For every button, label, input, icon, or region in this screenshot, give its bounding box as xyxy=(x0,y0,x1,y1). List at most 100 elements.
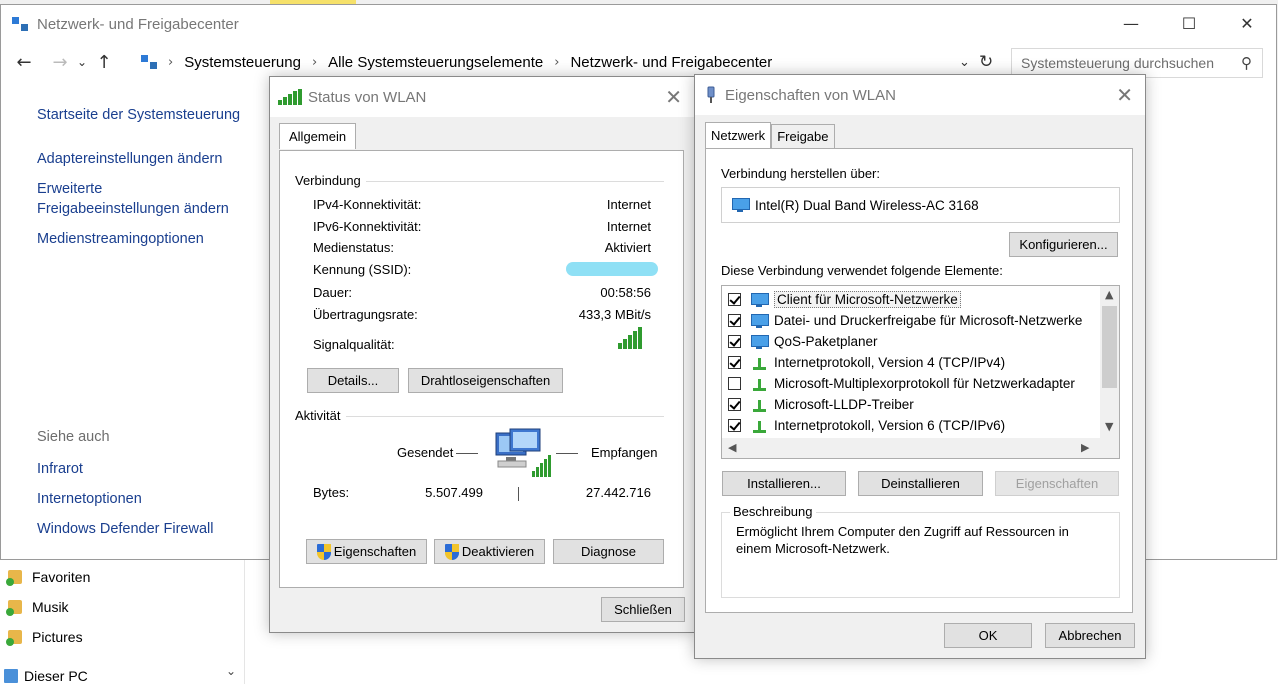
close-button[interactable]: ✕ xyxy=(1218,5,1276,41)
forward-arrow-icon[interactable]: → xyxy=(47,52,73,73)
explorer-item-dieser-pc[interactable]: Dieser PC xyxy=(4,666,88,684)
close-icon[interactable]: ✕ xyxy=(1116,83,1133,107)
nav-link-adapter-settings[interactable]: Adaptereinstellungen ändern xyxy=(37,149,222,169)
explorer-item-musik[interactable]: Musik xyxy=(6,597,69,617)
minimize-button[interactable]: — xyxy=(1102,5,1160,41)
breadcrumb-separator-icon[interactable]: › xyxy=(554,55,559,70)
item-checkbox[interactable] xyxy=(728,314,741,327)
ipv6-value: Internet xyxy=(606,219,651,234)
list-item[interactable]: Client für Microsoft-Netzwerke xyxy=(728,289,961,310)
explorer-item-favoriten[interactable]: Favoriten xyxy=(6,567,91,587)
description-text-line2: einem Microsoft-Netzwerk. xyxy=(736,541,890,556)
list-item[interactable]: Microsoft-LLDP-Treiber xyxy=(728,394,914,415)
see-also-heading: Siehe auch xyxy=(37,429,110,445)
breadcrumb-systemsteuerung[interactable]: Systemsteuerung xyxy=(184,54,301,71)
adapter-name: Intel(R) Dual Band Wireless-AC 3168 xyxy=(755,197,979,213)
details-button[interactable]: Details... xyxy=(307,368,399,393)
nav-link-infrared[interactable]: Infrarot xyxy=(37,459,83,479)
list-item[interactable]: Microsoft-Multiplexorprotokoll für Netzw… xyxy=(728,373,1075,394)
list-item[interactable]: QoS-Paketplaner xyxy=(728,331,878,352)
list-item[interactable]: Internetprotokoll, Version 6 (TCP/IPv6) xyxy=(728,415,1005,436)
maximize-button[interactable]: ☐ xyxy=(1160,5,1218,41)
explorer-item-label: Favoriten xyxy=(32,569,91,585)
item-checkbox[interactable] xyxy=(728,293,741,306)
signal-quality-bars xyxy=(618,327,642,349)
scroll-down-icon[interactable]: ▼ xyxy=(1105,420,1113,433)
nav-link-advanced-sharing-line2[interactable]: Freigabeeinstellungen ändern xyxy=(37,199,229,219)
control-panel-icon xyxy=(11,15,29,33)
explorer-item-label: Musik xyxy=(32,599,69,615)
control-panel-icon xyxy=(140,53,158,71)
chevron-down-icon[interactable]: ⌄ xyxy=(226,664,236,678)
up-arrow-icon[interactable]: ↑ xyxy=(91,52,117,73)
tab-freigabe[interactable]: Freigabe xyxy=(771,124,835,148)
protocol-icon xyxy=(751,376,769,392)
disable-button-label: Deaktivieren xyxy=(461,544,535,559)
breadcrumb-alle-elemente[interactable]: Alle Systemsteuerungselemente xyxy=(328,54,543,71)
nav-link-advanced-sharing-line1[interactable]: Erweiterte xyxy=(37,179,102,199)
item-label: Microsoft-LLDP-Treiber xyxy=(774,397,914,412)
protocol-icon xyxy=(751,397,769,413)
list-item[interactable]: Datei- und Druckerfreigabe für Microsoft… xyxy=(728,310,1082,331)
horizontal-scrollbar[interactable]: ◀ ▶ xyxy=(722,438,1119,458)
diagnose-button[interactable]: Diagnose xyxy=(553,539,664,564)
install-button[interactable]: Installieren... xyxy=(722,471,846,496)
connection-group-label: Verbindung xyxy=(295,173,361,188)
bytes-sent-value: 5.507.499 xyxy=(425,485,483,500)
refresh-icon[interactable]: ↻ xyxy=(979,52,993,72)
item-checkbox[interactable] xyxy=(728,398,741,411)
explorer-item-pictures[interactable]: Pictures xyxy=(6,627,83,647)
props-dialog-titlebar: Eigenschaften von WLAN xyxy=(695,75,1145,115)
scroll-up-icon[interactable]: ▲ xyxy=(1105,288,1113,301)
nav-link-internet-options[interactable]: Internetoptionen xyxy=(37,489,142,509)
close-dialog-button[interactable]: Schließen xyxy=(601,597,685,622)
client-icon xyxy=(751,292,769,308)
tab-netzwerk[interactable]: Netzwerk xyxy=(705,122,772,148)
scroll-left-icon[interactable]: ◀ xyxy=(728,441,736,454)
description-text-line1: Ermöglicht Ihrem Computer den Zugriff au… xyxy=(736,524,1069,539)
item-checkbox[interactable] xyxy=(728,356,741,369)
scrollbar-thumb[interactable] xyxy=(1102,306,1117,388)
uac-shield-icon xyxy=(316,543,331,560)
ssid-redaction xyxy=(566,262,658,276)
network-items-list[interactable]: Client für Microsoft-Netzwerke Datei- un… xyxy=(721,285,1120,459)
properties-button[interactable]: Eigenschaften xyxy=(306,539,427,564)
breadcrumb-separator-icon[interactable]: › xyxy=(168,55,173,70)
close-icon[interactable]: ✕ xyxy=(665,85,682,109)
item-checkbox[interactable] xyxy=(728,377,741,390)
address-path[interactable]: › Systemsteuerung › Alle Systemsteuerung… xyxy=(133,48,1003,76)
items-label: Diese Verbindung verwendet folgende Elem… xyxy=(721,263,1003,278)
breadcrumb-netzwerk-freigabecenter[interactable]: Netzwerk- und Freigabecenter xyxy=(570,54,772,71)
nav-link-defender-firewall[interactable]: Windows Defender Firewall xyxy=(37,519,213,539)
ok-button[interactable]: OK xyxy=(944,623,1032,648)
back-arrow-icon[interactable]: ← xyxy=(11,52,37,73)
scroll-right-icon[interactable]: ▶ xyxy=(1081,441,1089,454)
tab-allgemein[interactable]: Allgemein xyxy=(279,123,357,149)
wifi-signal-icon xyxy=(278,89,302,105)
pictures-folder-icon xyxy=(6,630,22,646)
nav-link-media-streaming[interactable]: Medienstreamingoptionen xyxy=(37,229,204,249)
search-icon[interactable]: ⚲ xyxy=(1241,54,1252,72)
item-properties-button[interactable]: Eigenschaften xyxy=(995,471,1119,496)
list-item[interactable]: Internetprotokoll, Version 4 (TCP/IPv4) xyxy=(728,352,1005,373)
recent-locations-chevron-icon[interactable]: ⌄ xyxy=(75,55,89,69)
group-divider xyxy=(346,416,664,417)
wireless-properties-button[interactable]: Drahtloseigenschaften xyxy=(408,368,563,393)
vertical-scrollbar[interactable]: ▲ ▼ xyxy=(1100,286,1119,438)
item-checkbox[interactable] xyxy=(728,335,741,348)
props-dialog-title: Eigenschaften von WLAN xyxy=(725,86,896,104)
media-status-value: Aktiviert xyxy=(604,240,651,255)
group-divider xyxy=(366,181,664,182)
properties-button-label: Eigenschaften xyxy=(333,544,417,559)
item-checkbox[interactable] xyxy=(728,419,741,432)
cancel-button[interactable]: Abbrechen xyxy=(1045,623,1135,648)
address-dropdown-icon[interactable]: ⌄ xyxy=(959,55,970,70)
network-computers-icon xyxy=(495,428,551,477)
disable-button[interactable]: Deaktivieren xyxy=(434,539,545,564)
ipv4-label: IPv4-Konnektivität: xyxy=(313,197,422,212)
nav-link-home[interactable]: Startseite der Systemsteuerung xyxy=(37,105,240,125)
configure-button[interactable]: Konfigurieren... xyxy=(1009,232,1118,257)
uninstall-button[interactable]: Deinstallieren xyxy=(858,471,983,496)
breadcrumb-separator-icon[interactable]: › xyxy=(312,55,317,70)
duration-value: 00:58:56 xyxy=(600,285,651,300)
